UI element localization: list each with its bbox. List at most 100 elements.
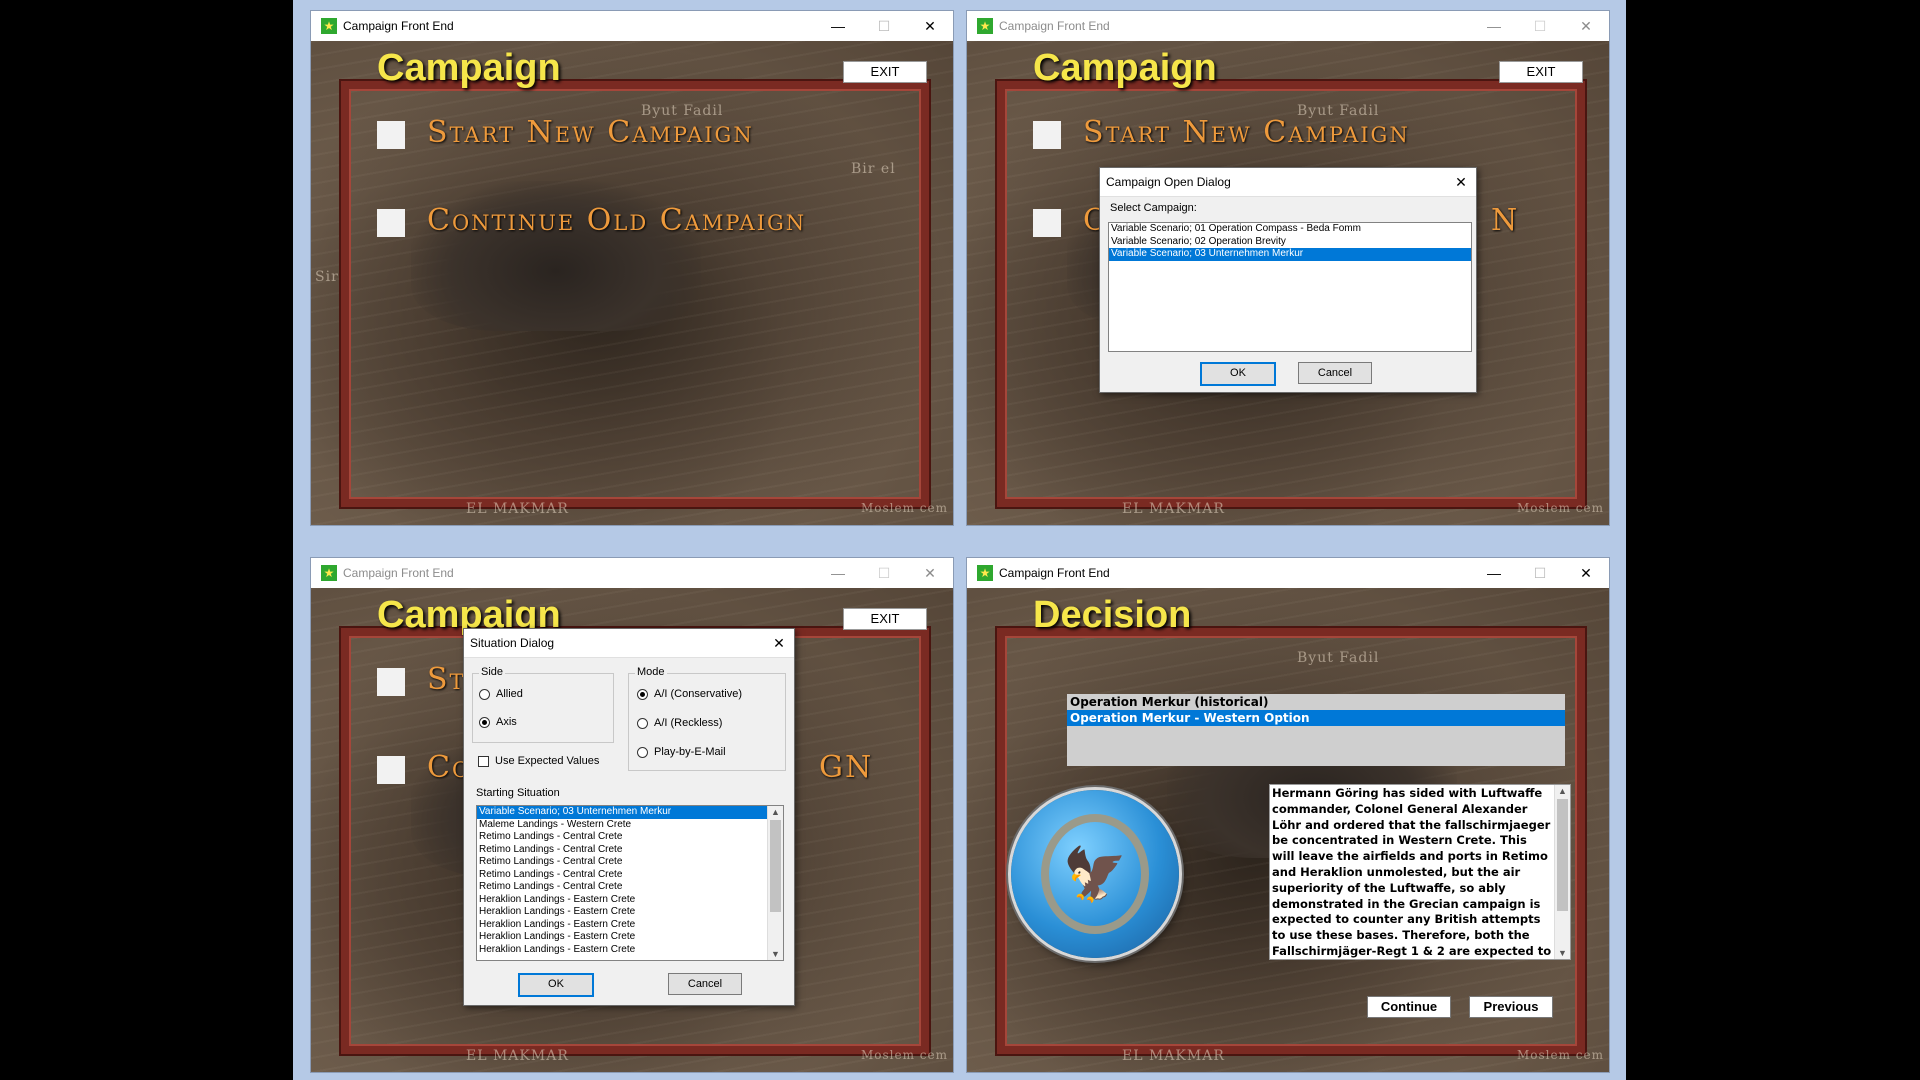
scroll-down-icon[interactable]: ▼: [1555, 947, 1570, 959]
decision-option[interactable]: Operation Merkur (historical): [1067, 694, 1565, 710]
radio-label: Axis: [496, 716, 517, 728]
start-new-checkbox[interactable]: [377, 668, 405, 696]
ok-button[interactable]: OK: [518, 973, 594, 997]
list-item[interactable]: Variable Scenario; 02 Operation Brevity: [1109, 236, 1471, 249]
decision-option-list[interactable]: Operation Merkur (historical) Operation …: [1067, 694, 1565, 766]
radio-circle: [479, 688, 490, 700]
list-item[interactable]: Heraklion Landings - Eastern Crete: [477, 931, 767, 944]
continue-old-checkbox[interactable]: [1033, 209, 1061, 237]
window-campaign-open: ★ Campaign Front End — ☐ ✕ Byut Fadil EL…: [967, 11, 1609, 525]
maximize-button[interactable]: ☐: [1517, 11, 1563, 41]
list-scrollbar[interactable]: ▲ ▼: [767, 806, 783, 960]
list-item[interactable]: Retimo Landings - Central Crete: [477, 831, 767, 844]
allied-radio[interactable]: Allied: [479, 688, 523, 700]
close-button[interactable]: ✕: [1563, 11, 1609, 41]
start-new-campaign-option[interactable]: St: [427, 662, 466, 697]
map-label: EL MAKMAR: [1122, 501, 1225, 517]
window-title: Campaign Front End: [343, 19, 454, 33]
map-label: Bir el: [851, 161, 896, 177]
exit-button[interactable]: EXIT: [1499, 61, 1583, 83]
scroll-up-icon[interactable]: ▲: [1555, 785, 1570, 797]
continue-button[interactable]: Continue: [1367, 996, 1451, 1018]
close-button[interactable]: ✕: [1563, 558, 1609, 588]
exit-button[interactable]: EXIT: [843, 608, 927, 630]
map-label: Sir: [315, 269, 339, 285]
start-new-campaign-option[interactable]: Start New Campaign: [427, 115, 754, 150]
play-by-email-radio[interactable]: Play-by-E-Mail: [637, 746, 726, 758]
list-item[interactable]: Retimo Landings - Central Crete: [477, 869, 767, 882]
list-item[interactable]: Retimo Landings - Central Crete: [477, 856, 767, 869]
continue-old-checkbox[interactable]: [377, 756, 405, 784]
title-bar[interactable]: ★ Campaign Front End — ☐ ✕: [967, 11, 1609, 41]
list-item[interactable]: Heraklion Landings - Eastern Crete: [477, 944, 767, 957]
close-button[interactable]: ✕: [907, 11, 953, 41]
decision-option-selected[interactable]: Operation Merkur - Western Option: [1067, 710, 1565, 726]
window-title: Campaign Front End: [999, 19, 1110, 33]
select-campaign-label: Select Campaign:: [1110, 202, 1197, 214]
window-decision: ★ Campaign Front End — ☐ ✕ Byut Fadil EL…: [967, 558, 1609, 1072]
mode-groupbox: Mode A/I (Conservative) A/I (Reckless) P…: [628, 666, 786, 771]
dialog-title-bar[interactable]: Campaign Open Dialog ✕: [1100, 168, 1476, 197]
scroll-up-icon[interactable]: ▲: [768, 806, 783, 818]
list-item-selected[interactable]: Variable Scenario; 03 Unternehmen Merkur: [477, 806, 767, 819]
window-title: Campaign Front End: [999, 566, 1110, 580]
start-new-checkbox[interactable]: [1033, 121, 1061, 149]
previous-button[interactable]: Previous: [1469, 996, 1553, 1018]
window-title: Campaign Front End: [343, 566, 454, 580]
map-label: EL MAKMAR: [466, 501, 569, 517]
map-label: Moslem cem: [861, 501, 949, 515]
side-label: Side: [479, 666, 506, 678]
checkbox-label: Use Expected Values: [495, 755, 600, 767]
dialog-title-bar[interactable]: Situation Dialog ✕: [464, 629, 794, 658]
list-item[interactable]: Retimo Landings - Central Crete: [477, 881, 767, 894]
minimize-button[interactable]: —: [1471, 11, 1517, 41]
map-label: EL MAKMAR: [466, 1048, 569, 1064]
star-icon: ★: [321, 18, 337, 34]
list-item[interactable]: Maleme Landings - Western Crete: [477, 819, 767, 832]
starting-situation-list[interactable]: Variable Scenario; 03 Unternehmen Merkur…: [476, 805, 784, 961]
ai-conservative-radio[interactable]: A/I (Conservative): [637, 688, 742, 700]
cancel-button[interactable]: Cancel: [668, 973, 742, 995]
side-groupbox: Side Allied Axis: [472, 666, 614, 743]
cancel-button[interactable]: Cancel: [1298, 362, 1372, 384]
exit-button[interactable]: EXIT: [843, 61, 927, 83]
list-item[interactable]: Heraklion Landings - Eastern Crete: [477, 894, 767, 907]
ai-reckless-radio[interactable]: A/I (Reckless): [637, 717, 722, 729]
campaign-list[interactable]: Variable Scenario; 01 Operation Compass …: [1108, 222, 1472, 352]
close-icon[interactable]: ✕: [764, 635, 794, 652]
close-button[interactable]: ✕: [907, 558, 953, 588]
radio-label: A/I (Conservative): [654, 688, 743, 700]
title-bar[interactable]: ★ Campaign Front End — ☐ ✕: [967, 558, 1609, 588]
minimize-button[interactable]: —: [815, 11, 861, 41]
description-scrollbar[interactable]: ▲ ▼: [1554, 785, 1570, 959]
paratrooper-badge-image: 🦅: [1011, 790, 1179, 958]
title-bar[interactable]: ★ Campaign Front End — ☐ ✕: [311, 558, 953, 588]
list-item-selected[interactable]: Variable Scenario; 03 Unternehmen Merkur: [1109, 248, 1471, 261]
maximize-button[interactable]: ☐: [861, 11, 907, 41]
list-item[interactable]: Retimo Landings - Central Crete: [477, 844, 767, 857]
list-item[interactable]: Heraklion Landings - Eastern Crete: [477, 906, 767, 919]
minimize-button[interactable]: —: [1471, 558, 1517, 588]
maximize-button[interactable]: ☐: [861, 558, 907, 588]
list-item[interactable]: Heraklion Landings - Eastern Crete: [477, 919, 767, 932]
minimize-button[interactable]: —: [815, 558, 861, 588]
axis-radio[interactable]: Axis: [479, 716, 517, 728]
title-bar[interactable]: ★ Campaign Front End — ☐ ✕: [311, 11, 953, 41]
continue-old-checkbox[interactable]: [377, 209, 405, 237]
scrollbar-thumb[interactable]: [770, 820, 781, 912]
scrollbar-thumb[interactable]: [1557, 799, 1568, 911]
scroll-down-icon[interactable]: ▼: [768, 948, 783, 960]
starting-situation-label: Starting Situation: [476, 787, 560, 799]
continue-old-campaign-option[interactable]: Continue Old Campaign: [427, 203, 806, 238]
use-expected-values-checkbox[interactable]: Use Expected Values: [478, 755, 599, 767]
maximize-button[interactable]: ☐: [1517, 558, 1563, 588]
dialog-title: Situation Dialog: [470, 636, 555, 650]
list-item[interactable]: Variable Scenario; 01 Operation Compass …: [1109, 223, 1471, 236]
start-new-checkbox[interactable]: [377, 121, 405, 149]
close-icon[interactable]: ✕: [1446, 174, 1476, 191]
campaign-open-dialog: Campaign Open Dialog ✕ Select Campaign: …: [1099, 167, 1477, 393]
star-icon: ★: [977, 565, 993, 581]
start-new-campaign-option[interactable]: Start New Campaign: [1083, 115, 1410, 150]
ok-button[interactable]: OK: [1200, 362, 1276, 386]
map-label: Moslem cem: [1517, 501, 1605, 515]
